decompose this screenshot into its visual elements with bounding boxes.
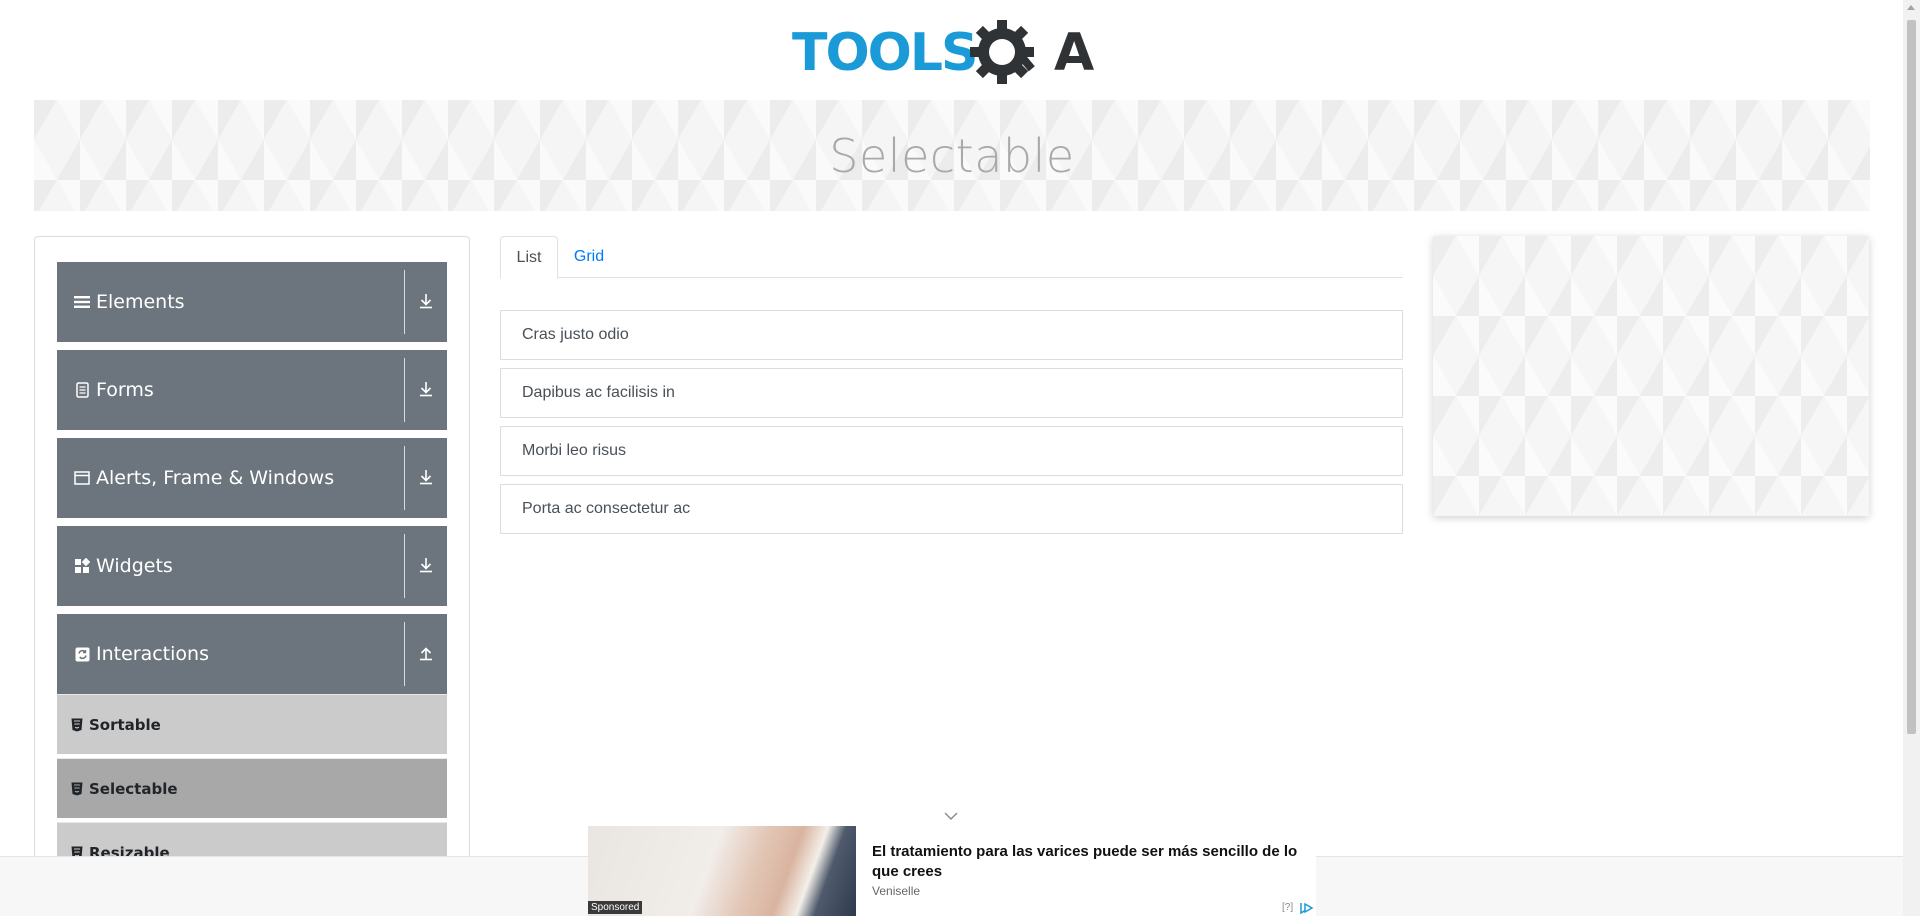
divider — [404, 534, 405, 598]
list-item[interactable]: Morbi leo risus — [500, 426, 1403, 476]
selectable-list: Cras justo odio Dapibus ac facilisis in … — [500, 310, 1403, 542]
tab-grid[interactable]: Grid — [558, 236, 620, 278]
divider — [404, 622, 405, 686]
right-ad-placeholder — [1433, 236, 1869, 516]
sidebar-group-forms[interactable]: Forms — [57, 350, 447, 430]
sidebar-item-label: Selectable — [89, 779, 178, 798]
divider — [404, 358, 405, 422]
chevron-down-icon[interactable] — [943, 810, 959, 822]
upload-arrow-icon[interactable] — [415, 642, 437, 664]
divider — [404, 446, 405, 510]
download-arrow-icon[interactable] — [415, 290, 437, 312]
interactions-icon — [74, 646, 90, 662]
html5-icon — [71, 782, 83, 796]
page-scrollbar[interactable] — [1903, 0, 1920, 916]
html5-icon — [71, 718, 83, 732]
gear-icon — [970, 20, 1035, 84]
scroll-up-arrow-icon[interactable] — [1907, 5, 1915, 10]
bottom-ad[interactable]: Sponsored El tratamiento para las varice… — [588, 826, 1316, 916]
left-nav-panel: Elements Forms Alerts, Frame & Windows W… — [34, 236, 470, 916]
window-icon — [74, 470, 90, 486]
sidebar-group-elements[interactable]: Elements — [57, 262, 447, 342]
sidebar-group-label: Interactions — [96, 643, 209, 665]
list-item[interactable]: Cras justo odio — [500, 310, 1403, 360]
form-icon — [74, 382, 90, 398]
page-title: Selectable — [829, 128, 1075, 183]
sidebar-item-sortable[interactable]: Sortable — [57, 694, 447, 754]
download-arrow-icon[interactable] — [415, 466, 437, 488]
sponsored-label: Sponsored — [588, 901, 643, 914]
ad-source[interactable]: Veniselle — [872, 884, 920, 898]
toolsqa-logo[interactable]: TOOLS A — [790, 14, 1116, 90]
sidebar-group-label: Alerts, Frame & Windows — [96, 467, 335, 489]
sidebar-item-selectable[interactable]: Selectable — [57, 758, 447, 818]
ad-headline[interactable]: El tratamiento para las varices puede se… — [872, 842, 1312, 882]
sidebar-group-widgets[interactable]: Widgets — [57, 526, 447, 606]
adchoices-icon[interactable] — [1300, 902, 1314, 914]
widgets-icon — [74, 558, 90, 574]
page-banner: Selectable — [34, 100, 1870, 211]
sidebar-group-interactions[interactable]: Interactions — [57, 614, 447, 694]
sidebar-group-alerts-frame-windows[interactable]: Alerts, Frame & Windows — [57, 438, 447, 518]
divider — [404, 270, 405, 334]
tab-bar: List Grid — [500, 236, 1403, 279]
download-arrow-icon[interactable] — [415, 378, 437, 400]
scrollbar-thumb[interactable] — [1907, 20, 1916, 734]
logo-text-a: A — [1054, 23, 1094, 83]
sidebar-group-label: Elements — [96, 291, 185, 313]
sidebar-group-label: Widgets — [96, 555, 173, 577]
menu-icon — [74, 294, 90, 310]
tab-list[interactable]: List — [500, 236, 558, 279]
ad-info-link[interactable]: [?] — [1282, 902, 1293, 913]
list-item[interactable]: Dapibus ac facilisis in — [500, 368, 1403, 418]
logo-text-tools: TOOLS — [792, 23, 976, 83]
download-arrow-icon[interactable] — [415, 554, 437, 576]
sidebar-item-label: Sortable — [89, 715, 161, 734]
list-item[interactable]: Porta ac consectetur ac — [500, 484, 1403, 534]
sidebar-group-label: Forms — [96, 379, 154, 401]
